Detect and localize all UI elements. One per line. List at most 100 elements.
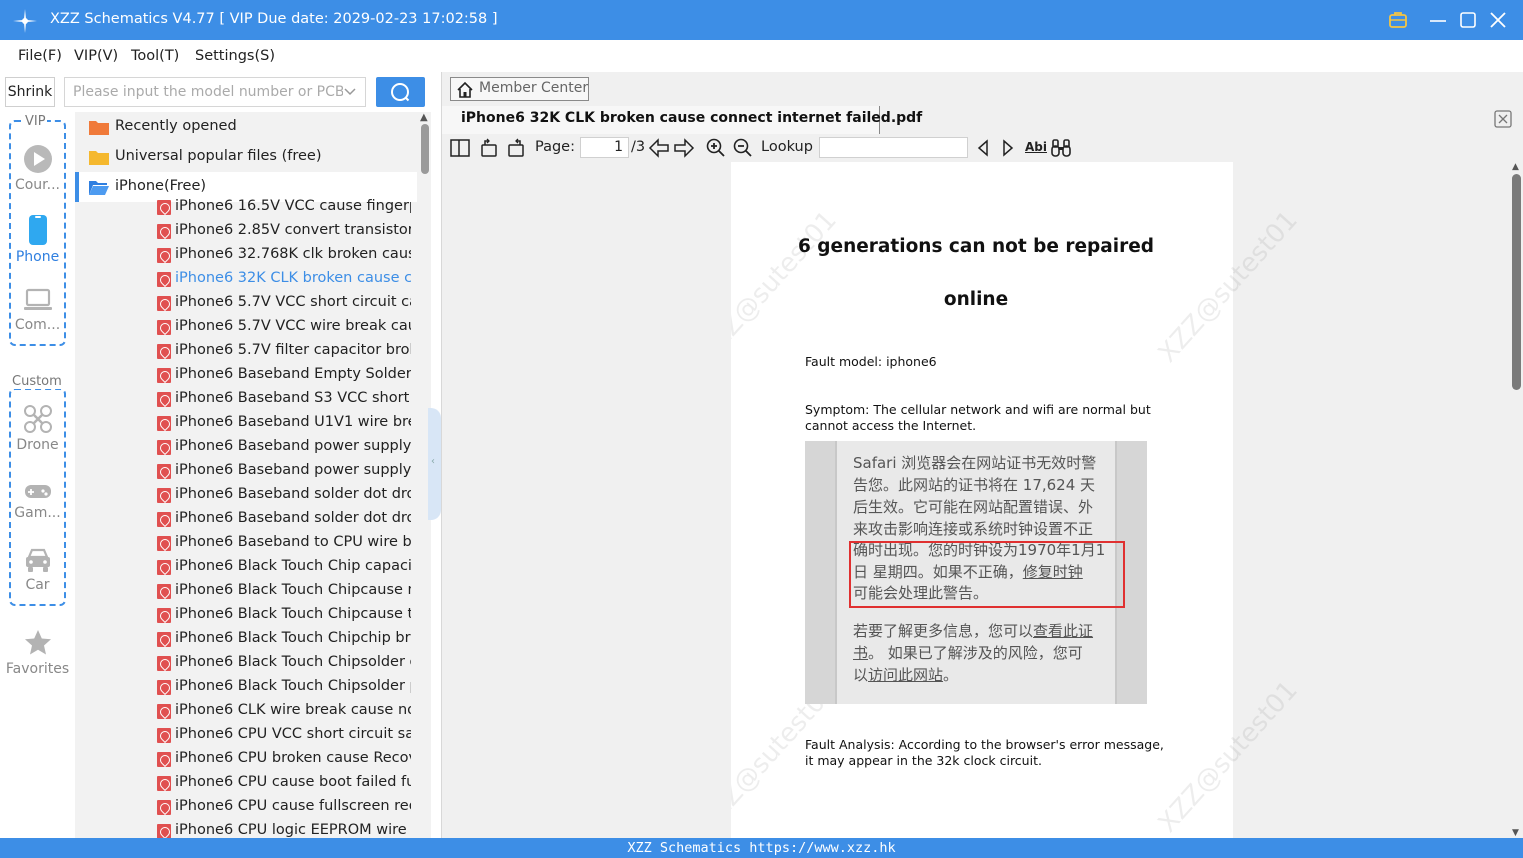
pdf-icon bbox=[157, 536, 171, 551]
file-row[interactable]: iPhone6 Black Touch Chipsolder point bbox=[155, 676, 411, 700]
folder-recently-opened[interactable]: Recently opened bbox=[75, 112, 417, 142]
maximize-icon[interactable] bbox=[1458, 10, 1478, 30]
zoom-out-icon[interactable] bbox=[733, 138, 753, 158]
close-tab-icon[interactable] bbox=[1494, 110, 1512, 128]
match-case-button[interactable]: Abi bbox=[1025, 140, 1047, 154]
file-row[interactable]: iPhone6 CPU cause fullscreen red bbox=[155, 796, 411, 820]
file-row[interactable]: iPhone6 Black Touch Chipcause no bbox=[155, 580, 411, 604]
rail-item-drone[interactable]: Drone bbox=[0, 404, 75, 453]
folder-universal-popular[interactable]: Universal popular files (free) bbox=[75, 142, 417, 172]
scroll-thumb[interactable] bbox=[1512, 174, 1521, 390]
chevron-down-icon[interactable] bbox=[343, 85, 357, 99]
rotate-right-icon[interactable] bbox=[506, 138, 526, 158]
folder-label: iPhone(Free) bbox=[115, 178, 207, 194]
close-icon[interactable] bbox=[1488, 10, 1508, 30]
briefcase-icon[interactable] bbox=[1388, 10, 1408, 30]
file-row[interactable]: iPhone6 Baseband power supply A bbox=[155, 436, 411, 460]
file-row[interactable]: iPhone6 CLK wire break cause no bbox=[155, 700, 411, 724]
sidebar-toggle-icon[interactable] bbox=[450, 138, 470, 158]
file-row[interactable]: iPhone6 Baseband U1V1 wire break bbox=[155, 412, 411, 436]
find-next-icon[interactable] bbox=[1000, 138, 1016, 158]
lookup-input[interactable] bbox=[819, 137, 968, 158]
file-row[interactable]: iPhone6 CPU VCC short circuit save bbox=[155, 724, 411, 748]
menu-vip[interactable]: VIP(V) bbox=[74, 48, 118, 64]
pdf-icon bbox=[157, 392, 171, 407]
rail-item-games[interactable]: Gam... bbox=[0, 480, 75, 521]
shrink-button[interactable]: Shrink bbox=[5, 77, 55, 107]
file-row[interactable]: iPhone6 CPU logic EEPROM wire break bbox=[155, 820, 411, 838]
file-row[interactable]: iPhone6 32.768K clk broken cause bbox=[155, 244, 411, 268]
file-row[interactable]: iPhone6 Baseband power supply L bbox=[155, 460, 411, 484]
menu-settings[interactable]: Settings(S) bbox=[195, 48, 275, 64]
rail-item-label: Favorites bbox=[5, 661, 70, 677]
pdf-icon bbox=[157, 320, 171, 335]
document-scrollbar[interactable]: ▲ ▼ bbox=[1509, 162, 1523, 838]
find-previous-icon[interactable] bbox=[975, 138, 991, 158]
binoculars-icon[interactable] bbox=[1050, 138, 1072, 158]
rotate-left-icon[interactable] bbox=[479, 138, 499, 158]
rail-item-courses[interactable]: Cour... bbox=[0, 144, 75, 193]
pdf-icon bbox=[157, 584, 171, 599]
zoom-in-icon[interactable] bbox=[706, 138, 726, 158]
pdf-icon bbox=[157, 248, 171, 263]
rail-item-favorites[interactable]: Favorites bbox=[0, 628, 75, 677]
document-tab[interactable]: iPhone6 32K CLK broken cause connect int… bbox=[442, 106, 922, 134]
rail-item-car[interactable]: Car bbox=[0, 546, 75, 593]
screenshot-content: Safari 浏览器会在网站证书无效时警 告您。此网站的证书将在 17,624 … bbox=[835, 441, 1125, 704]
pdf-icon bbox=[157, 272, 171, 287]
rail-item-computer[interactable]: Com... bbox=[0, 286, 75, 333]
scroll-up-icon[interactable]: ▲ bbox=[420, 112, 428, 123]
menu-file[interactable]: File(F) bbox=[18, 48, 62, 64]
title-bar: XZZ Schematics V4.77 [ VIP Due date: 202… bbox=[0, 0, 1523, 40]
status-bar: XZZ Schematics https://www.xzz.hk bbox=[0, 838, 1523, 858]
file-row[interactable]: iPhone6 5.7V VCC short circuit cause bbox=[155, 292, 411, 316]
page-label: Page: bbox=[535, 139, 575, 155]
scroll-thumb[interactable] bbox=[421, 124, 429, 174]
home-icon bbox=[457, 81, 473, 98]
file-row[interactable]: iPhone6 Black Touch Chipchip broken bbox=[155, 628, 411, 652]
member-center-button[interactable]: Member Center bbox=[450, 77, 589, 101]
rail-item-label: Phone bbox=[15, 249, 60, 265]
file-row[interactable]: iPhone6 16.5V VCC cause fingerprint bbox=[155, 198, 411, 220]
file-row[interactable]: iPhone6 Black Touch Chip capacitor bbox=[155, 556, 411, 580]
minimize-icon[interactable] bbox=[1428, 10, 1448, 30]
phone-icon bbox=[28, 215, 47, 245]
rail-item-phone[interactable]: Phone bbox=[0, 214, 75, 265]
file-row[interactable]: iPhone6 Black Touch Chipcause touch bbox=[155, 604, 411, 628]
file-row[interactable]: iPhone6 Black Touch Chipsolder drop bbox=[155, 652, 411, 676]
file-row[interactable]: iPhone6 2.85V convert transistorbroken bbox=[155, 220, 411, 244]
file-row[interactable]: iPhone6 Baseband to CPU wire break bbox=[155, 532, 411, 556]
search-input[interactable]: Please input the model number or PCB bbox=[64, 77, 366, 107]
next-page-icon[interactable] bbox=[673, 138, 695, 158]
menu-tool[interactable]: Tool(T) bbox=[131, 48, 179, 64]
screenshot-line: 告您。此网站的证书将在 17,624 天 bbox=[853, 476, 1096, 494]
drone-icon bbox=[23, 405, 52, 433]
file-row[interactable]: iPhone6 Baseband solder dot drop bbox=[155, 508, 411, 532]
file-row-current[interactable]: iPhone6 32K CLK broken cause connect bbox=[155, 268, 411, 292]
file-row[interactable]: iPhone6 CPU cause boot failed full bbox=[155, 772, 411, 796]
scroll-down-icon[interactable]: ▼ bbox=[1512, 828, 1519, 838]
file-row[interactable]: iPhone6 Baseband S3 VCC short circuit bbox=[155, 388, 411, 412]
file-row[interactable]: iPhone6 5.7V filter capacitor broken bbox=[155, 340, 411, 364]
pdf-icon bbox=[157, 440, 171, 455]
window-title: XZZ Schematics V4.77 [ VIP Due date: 202… bbox=[50, 11, 498, 27]
pdf-heading-line2: online bbox=[943, 289, 1009, 310]
file-list: iPhone6 16.5V VCC cause fingerprint iPho… bbox=[155, 198, 411, 838]
previous-page-icon[interactable] bbox=[648, 138, 670, 158]
analysis-line1: Fault Analysis: According to the browser… bbox=[805, 737, 1164, 752]
file-row[interactable]: iPhone6 Baseband Empty Solder cause bbox=[155, 364, 411, 388]
pdf-icon bbox=[157, 416, 171, 431]
pdf-icon bbox=[157, 344, 171, 359]
gamepad-icon bbox=[24, 485, 51, 498]
scroll-up-icon[interactable]: ▲ bbox=[1512, 162, 1519, 172]
folder-icon bbox=[89, 121, 109, 135]
collapse-panel-handle[interactable]: ‹ bbox=[428, 408, 441, 520]
file-row[interactable]: iPhone6 Baseband solder dot drop bbox=[155, 484, 411, 508]
file-row[interactable]: iPhone6 CPU broken cause Recovery bbox=[155, 748, 411, 772]
app-logo-icon bbox=[13, 9, 37, 33]
search-button[interactable] bbox=[376, 77, 425, 107]
file-row[interactable]: iPhone6 5.7V VCC wire break cause bbox=[155, 316, 411, 340]
vip-group-title: VIP bbox=[24, 114, 47, 129]
pdf-icon bbox=[157, 656, 171, 671]
page-number-input[interactable]: 1 bbox=[580, 137, 629, 158]
